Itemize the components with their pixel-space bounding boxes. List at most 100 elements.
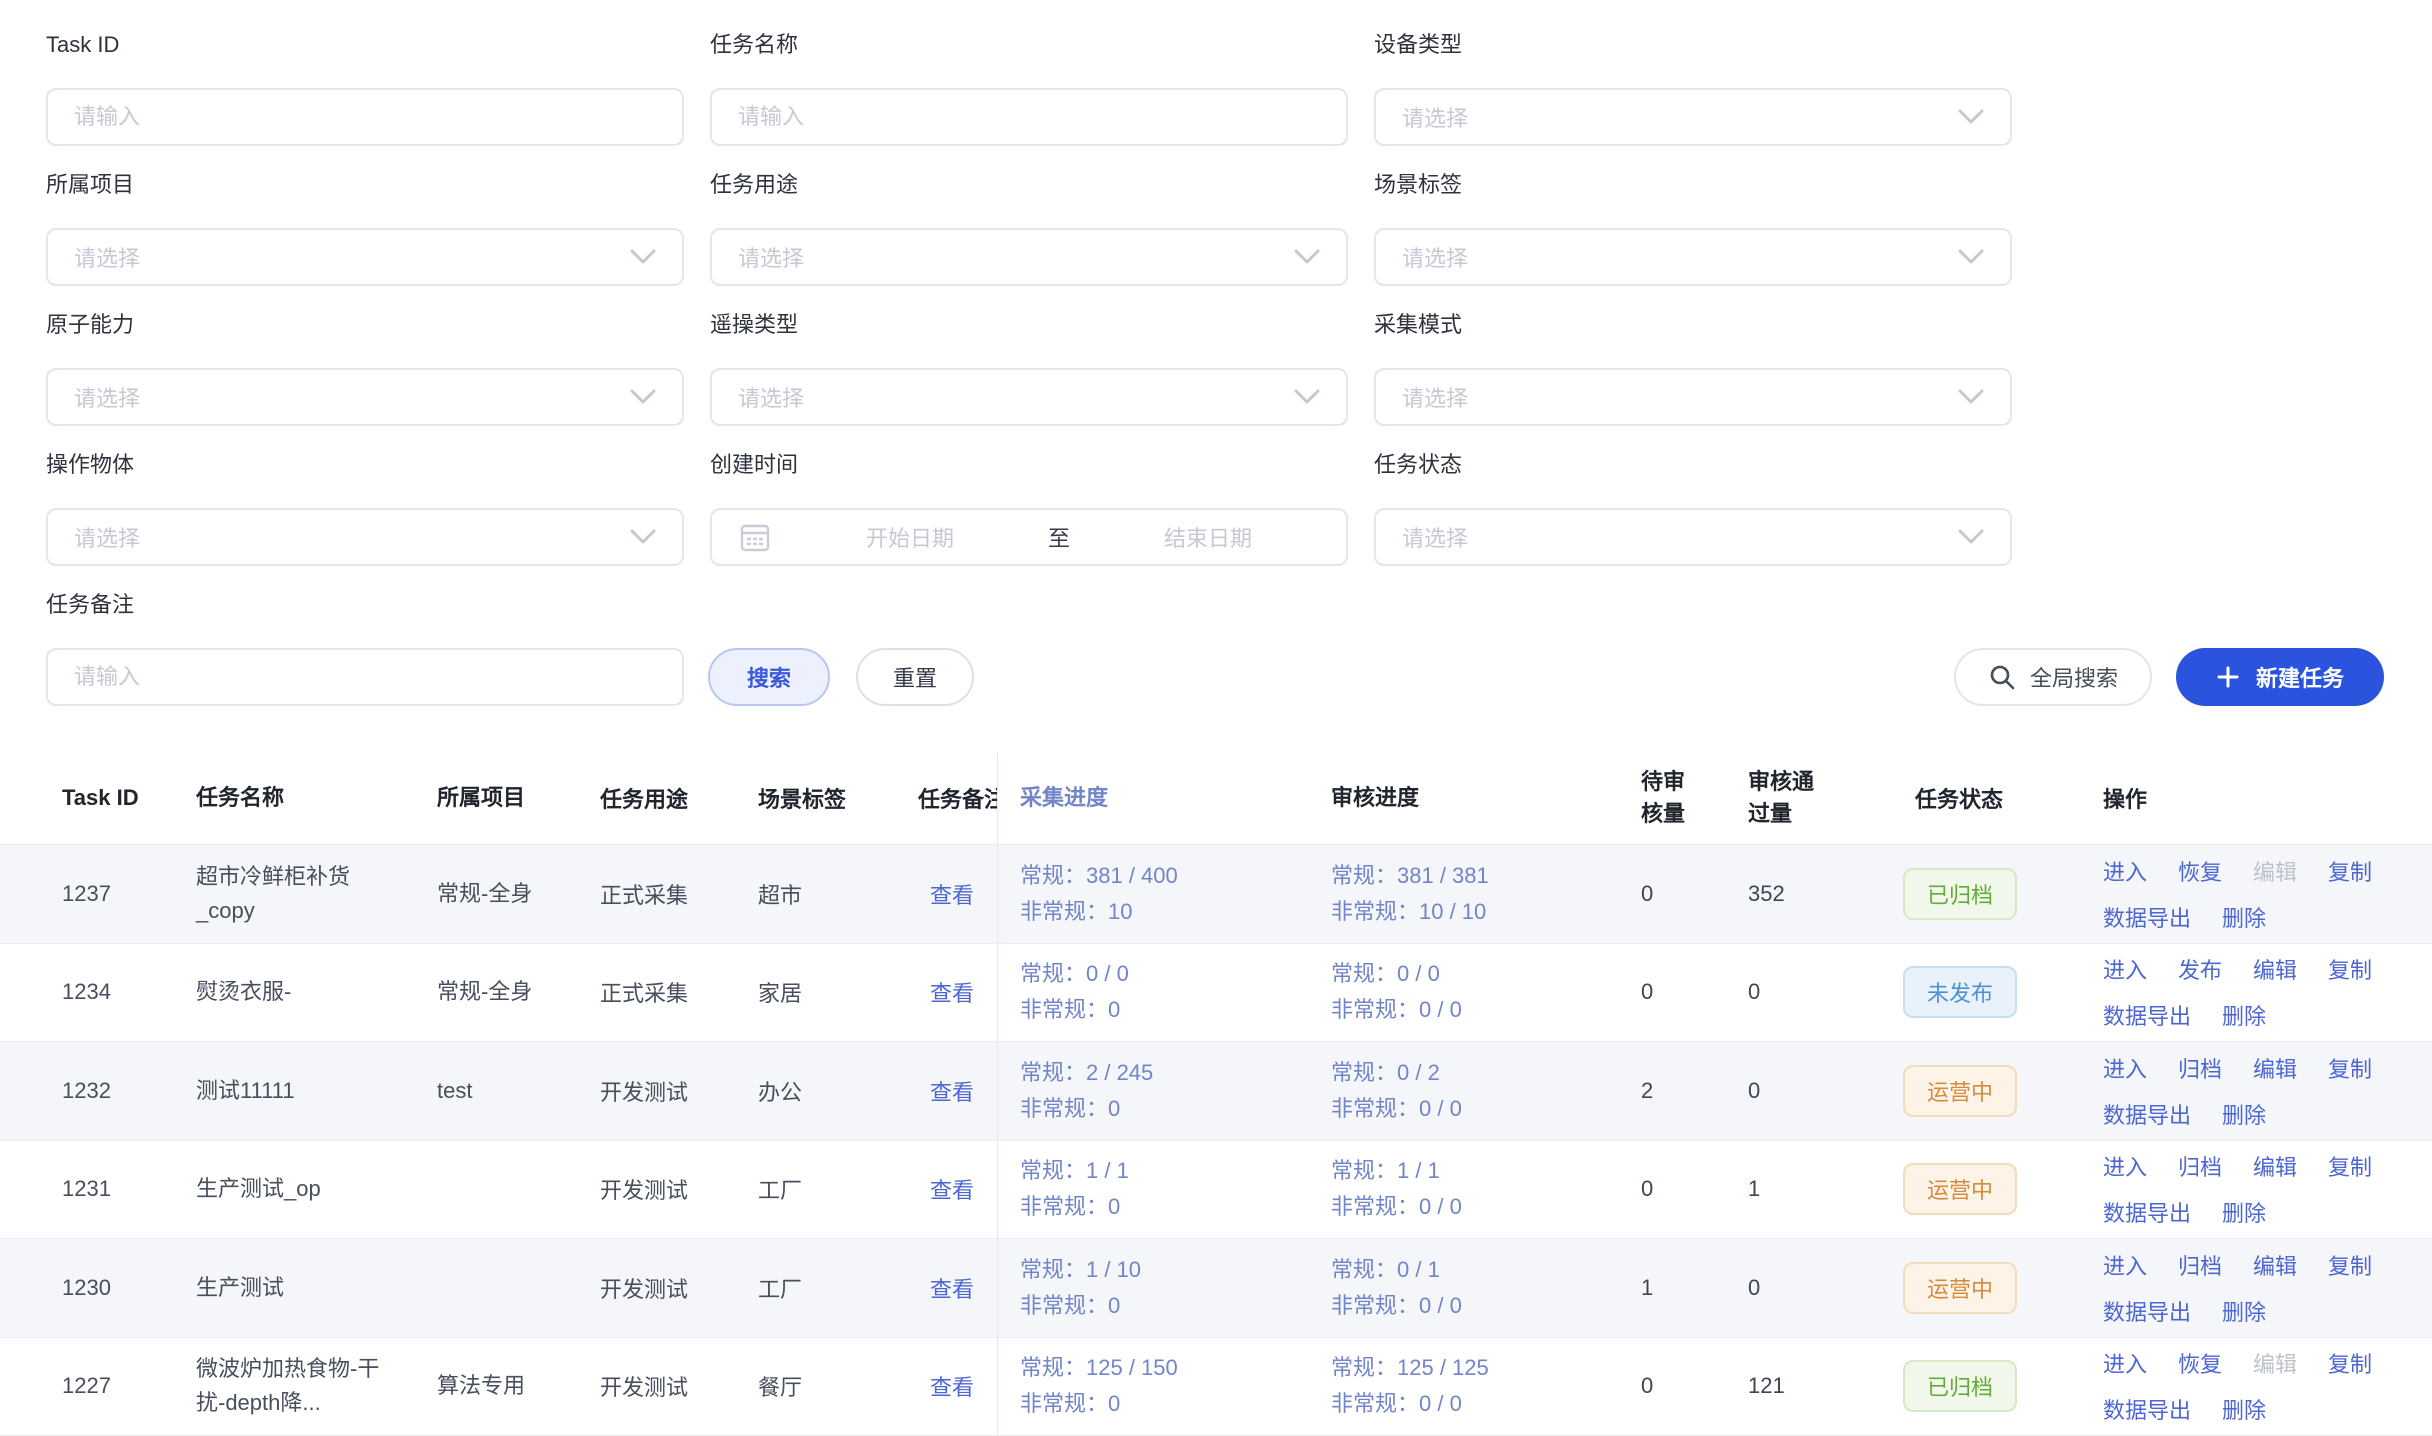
- select-placeholder: 请选择: [48, 381, 140, 413]
- field-teleop-type: 遥操类型 请选择: [710, 310, 1348, 426]
- global-search-button[interactable]: 全局搜索: [1954, 648, 2152, 706]
- action-delete[interactable]: 删除: [2222, 901, 2266, 933]
- view-remark-link[interactable]: 查看: [930, 1277, 974, 1302]
- atomic-ability-select[interactable]: 请选择: [46, 368, 684, 426]
- header-scene: 场景标签: [758, 782, 918, 814]
- chevron-down-icon: [1958, 389, 1984, 405]
- cell-status: 运营中: [1860, 1163, 2097, 1215]
- chevron-down-icon: [1294, 389, 1320, 405]
- cell-scene: 工厂: [758, 1272, 918, 1304]
- chevron-down-icon: [630, 529, 656, 545]
- action-archive[interactable]: 归档: [2178, 1249, 2222, 1281]
- action-edit[interactable]: 编辑: [2253, 1249, 2297, 1281]
- action-export[interactable]: 数据导出: [2103, 1393, 2191, 1425]
- table-row: 1237 超市冷鲜柜补货_copy 常规-全身 正式采集 超市 查看 常规：38…: [0, 845, 2432, 944]
- scene-tag-select[interactable]: 请选择: [1374, 228, 2012, 286]
- action-edit[interactable]: 编辑: [2253, 1052, 2297, 1084]
- action-copy[interactable]: 复制: [2328, 1150, 2372, 1182]
- reset-button[interactable]: 重置: [856, 648, 974, 706]
- collect-mode-select[interactable]: 请选择: [1374, 368, 2012, 426]
- action-export[interactable]: 数据导出: [2103, 1295, 2191, 1327]
- task-purpose-select[interactable]: 请选择: [710, 228, 1348, 286]
- action-publish[interactable]: 发布: [2178, 953, 2222, 985]
- select-placeholder: 请选择: [1376, 521, 1468, 553]
- field-label: 任务状态: [1374, 450, 2012, 480]
- view-remark-link[interactable]: 查看: [930, 1375, 974, 1400]
- action-edit: 编辑: [2253, 855, 2297, 887]
- view-remark-link[interactable]: 查看: [930, 1080, 974, 1105]
- view-remark-link[interactable]: 查看: [930, 981, 974, 1006]
- header-actions: 操作: [2097, 782, 2432, 814]
- field-label: 原子能力: [46, 310, 684, 340]
- action-delete[interactable]: 删除: [2222, 1393, 2266, 1425]
- cell-project: test: [437, 1074, 600, 1108]
- task-name-input[interactable]: [712, 90, 1346, 144]
- start-date-placeholder[interactable]: 开始日期: [772, 521, 1048, 553]
- action-edit[interactable]: 编辑: [2253, 1150, 2297, 1182]
- action-export[interactable]: 数据导出: [2103, 901, 2191, 933]
- action-restore[interactable]: 恢复: [2178, 1347, 2222, 1379]
- chevron-down-icon: [1958, 249, 1984, 265]
- search-button[interactable]: 搜索: [708, 648, 830, 706]
- view-remark-link[interactable]: 查看: [930, 1178, 974, 1203]
- cell-approved-count: 0: [1700, 979, 1860, 1005]
- action-delete[interactable]: 删除: [2222, 999, 2266, 1031]
- project-select[interactable]: 请选择: [46, 228, 684, 286]
- action-delete[interactable]: 删除: [2222, 1098, 2266, 1130]
- action-copy[interactable]: 复制: [2328, 855, 2372, 887]
- create-task-button[interactable]: 新建任务: [2176, 648, 2384, 706]
- device-type-select[interactable]: 请选择: [1374, 88, 2012, 146]
- action-enter[interactable]: 进入: [2103, 953, 2147, 985]
- field-task-status: 任务状态 请选择: [1374, 450, 2012, 566]
- cell-pending-count: 2: [1625, 1078, 1700, 1104]
- action-edit[interactable]: 编辑: [2253, 953, 2297, 985]
- table-row: 1231 生产测试_op 开发测试 工厂 查看 常规：1 / 1非常规：0 常规…: [0, 1141, 2432, 1240]
- action-restore[interactable]: 恢复: [2178, 855, 2222, 887]
- cell-pending-count: 0: [1625, 1373, 1700, 1399]
- field-label: 场景标签: [1374, 170, 2012, 200]
- action-copy[interactable]: 复制: [2328, 1347, 2372, 1379]
- field-label: 任务用途: [710, 170, 1348, 200]
- cell-actions: 进入 归档 编辑 复制 数据导出 删除: [2097, 1150, 2432, 1228]
- action-copy[interactable]: 复制: [2328, 1052, 2372, 1084]
- action-enter[interactable]: 进入: [2103, 1347, 2147, 1379]
- action-delete[interactable]: 删除: [2222, 1295, 2266, 1327]
- plus-icon: [2216, 665, 2240, 689]
- cell-approved-count: 0: [1700, 1078, 1860, 1104]
- cell-project: 常规-全身: [437, 975, 600, 1009]
- field-label: 设备类型: [1374, 30, 2012, 60]
- cell-scene: 超市: [758, 878, 918, 910]
- status-badge: 运营中: [1903, 1163, 2017, 1215]
- action-delete[interactable]: 删除: [2222, 1196, 2266, 1228]
- field-scene-tag: 场景标签 请选择: [1374, 170, 2012, 286]
- cell-task-name: 熨烫衣服-: [196, 975, 437, 1009]
- cell-status: 运营中: [1860, 1065, 2097, 1117]
- cell-task-id: 1231: [0, 1176, 196, 1202]
- action-enter[interactable]: 进入: [2103, 855, 2147, 887]
- task-remark-input[interactable]: [48, 650, 682, 704]
- action-copy[interactable]: 复制: [2328, 1249, 2372, 1281]
- action-archive[interactable]: 归档: [2178, 1150, 2222, 1182]
- view-remark-link[interactable]: 查看: [930, 883, 974, 908]
- action-archive[interactable]: 归档: [2178, 1052, 2222, 1084]
- action-enter[interactable]: 进入: [2103, 1150, 2147, 1182]
- action-export[interactable]: 数据导出: [2103, 999, 2191, 1031]
- end-date-placeholder[interactable]: 结束日期: [1070, 521, 1346, 553]
- action-enter[interactable]: 进入: [2103, 1249, 2147, 1281]
- task-status-select[interactable]: 请选择: [1374, 508, 2012, 566]
- action-enter[interactable]: 进入: [2103, 1052, 2147, 1084]
- operate-object-select[interactable]: 请选择: [46, 508, 684, 566]
- status-badge: 运营中: [1903, 1262, 2017, 1314]
- task-id-input[interactable]: [48, 90, 682, 144]
- select-placeholder: 请选择: [712, 241, 804, 273]
- teleop-type-select[interactable]: 请选择: [710, 368, 1348, 426]
- action-export[interactable]: 数据导出: [2103, 1196, 2191, 1228]
- cell-scene: 餐厅: [758, 1370, 918, 1402]
- create-time-range-picker[interactable]: 开始日期 至 结束日期: [710, 508, 1348, 566]
- action-export[interactable]: 数据导出: [2103, 1098, 2191, 1130]
- cell-scene: 家居: [758, 976, 918, 1008]
- action-copy[interactable]: 复制: [2328, 953, 2372, 985]
- select-placeholder: 请选择: [48, 521, 140, 553]
- cell-collect-progress: 常规：2 / 245非常规：0: [997, 1055, 1331, 1127]
- field-task-id: Task ID: [46, 30, 684, 146]
